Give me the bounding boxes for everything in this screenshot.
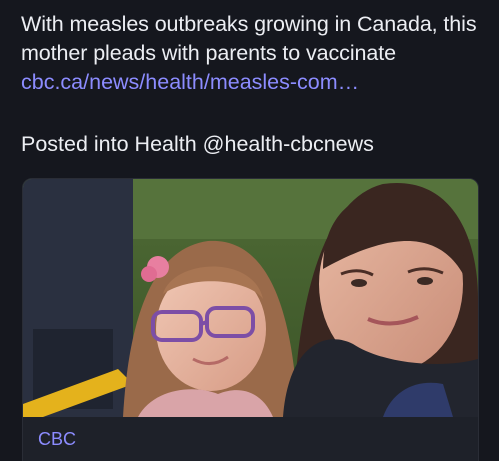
post-text: With measles outbreaks growing in Canada… [21, 12, 477, 65]
post-body: With measles outbreaks growing in Canada… [21, 10, 491, 97]
card-footer: CBC [23, 417, 478, 461]
photo-illustration [23, 179, 478, 417]
link-preview-card[interactable]: CBC [22, 178, 479, 461]
card-source-label[interactable]: CBC [38, 429, 76, 450]
posted-into-label[interactable]: Posted into Health @health-cbcnews [21, 130, 374, 159]
card-image[interactable] [23, 179, 478, 417]
post-link[interactable]: cbc.ca/news/health/measles-com… [21, 68, 491, 97]
